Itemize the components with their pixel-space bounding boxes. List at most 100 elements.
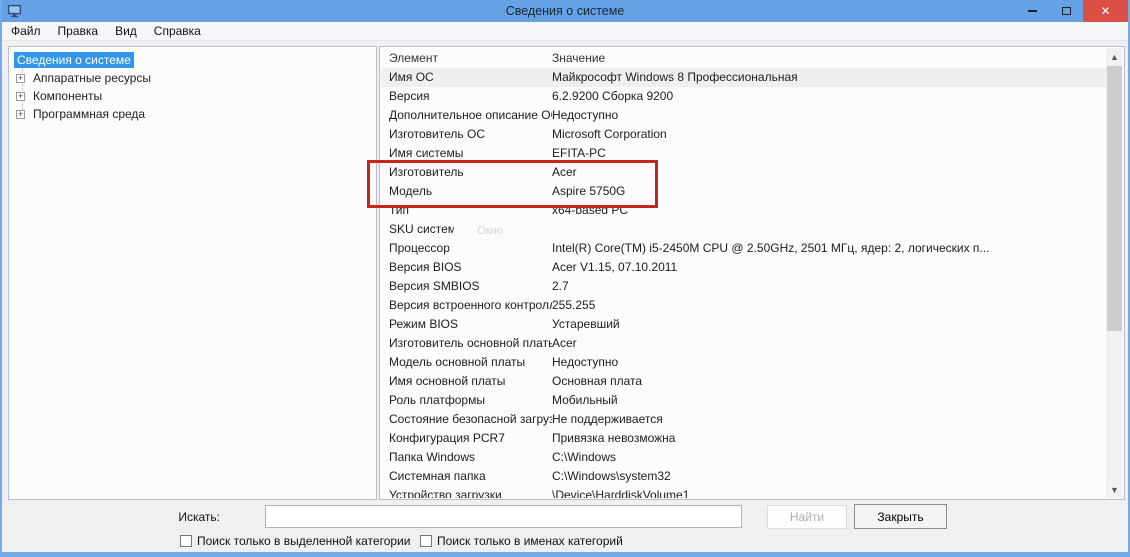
table-row[interactable]: Версия встроенного контролл... 255.255 <box>381 296 1106 315</box>
table-row[interactable]: Устройство загрузки \Device\HarddiskVolum… <box>381 486 1106 498</box>
search-input[interactable] <box>265 505 742 528</box>
title-bar: Сведения о системе ✕ <box>2 0 1128 22</box>
row-item-label: Версия BIOS <box>389 260 462 274</box>
sidebar-item-label: Программная среда <box>33 107 146 121</box>
row-item-value: 2.7 <box>552 279 569 293</box>
row-item-value: Acer <box>552 336 577 350</box>
table-row[interactable]: Роль платформы Мобильный <box>381 391 1106 410</box>
row-item-value: C:\Windows\system32 <box>552 469 671 483</box>
table-body: Имя ОС Майкрософт Windows 8 Профессиональ… <box>381 68 1106 498</box>
row-item-label: Имя основной платы <box>389 374 506 388</box>
row-item-value: 255.255 <box>552 298 596 312</box>
expand-plus-icon[interactable]: + <box>16 73 25 83</box>
row-item-label: Конфигурация PCR7 <box>389 431 505 445</box>
row-item-label: Режим BIOS <box>389 317 459 331</box>
close-dialog-button[interactable]: Закрыть <box>854 504 947 529</box>
table-row[interactable]: Версия 6.2.9200 Сборка 9200 <box>381 87 1106 106</box>
table-row[interactable]: Модель основной платы Недоступно <box>381 353 1106 372</box>
checkbox-row-names: Поиск только в именах категорий <box>420 534 623 548</box>
row-item-label: Дополнительное описание ОС <box>389 108 552 122</box>
row-item-value: Основная плата <box>552 374 643 388</box>
row-item-label: Имя ОС <box>389 70 434 84</box>
menu-item-1[interactable]: Правка <box>58 24 99 38</box>
row-item-label: Процессор <box>389 241 450 255</box>
row-item-value: \Device\HarddiskVolume1 <box>552 488 690 498</box>
row-item-label: Состояние безопасной загруз... <box>389 412 552 426</box>
table-header: Элемент Значение <box>381 48 1106 68</box>
table-row[interactable]: Конфигурация PCR7 Привязка невозможна <box>381 429 1106 448</box>
row-item-value: 6.2.9200 Сборка 9200 <box>552 89 674 103</box>
row-item-value: Intel(R) Core(TM) i5-2450M CPU @ 2.50GHz… <box>552 241 990 255</box>
menu-bar: Файл Правка Вид Справка <box>2 22 1128 41</box>
table-row[interactable]: Состояние безопасной загруз... Не поддерж… <box>381 410 1106 429</box>
table-row[interactable]: Дополнительное описание ОС Недоступно <box>381 106 1106 125</box>
names-checkbox[interactable] <box>420 535 432 547</box>
row-item-value: Недоступно <box>552 108 619 122</box>
row-item-value: Недоступно <box>552 355 619 369</box>
table-row[interactable]: Имя ОС Майкрософт Windows 8 Профессиональ… <box>381 68 1106 87</box>
sidebar-item-1[interactable]: + Аппаратные ресурсы <box>12 69 376 87</box>
row-item-label: Устройство загрузки <box>389 488 502 498</box>
row-item-label: Изготовитель основной платы <box>389 336 552 350</box>
table-row[interactable]: Папка Windows C:\Windows <box>381 448 1106 467</box>
sidebar-item-label: Аппаратные ресурсы <box>33 71 152 85</box>
names-checkbox-label: Поиск только в именах категорий <box>437 534 623 548</box>
column-header-value[interactable]: Значение <box>552 48 1106 68</box>
sidebar-item-3[interactable]: + Программная среда <box>12 105 376 123</box>
row-item-value: Не поддерживается <box>552 412 663 426</box>
menu-item-0[interactable]: Файл <box>11 24 41 38</box>
row-item-value: Привязка невозможна <box>552 431 676 445</box>
row-item-label: Версия встроенного контролл... <box>389 298 552 312</box>
expand-plus-icon[interactable]: + <box>16 91 25 101</box>
sidebar-item-label: Компоненты <box>33 89 103 103</box>
scroll-up-icon[interactable]: ▲ <box>1106 48 1123 65</box>
search-label: Искать: <box>178 510 220 524</box>
row-item-label: Версия SMBIOS <box>389 279 480 293</box>
row-item-label: Модель основной платы <box>389 355 526 369</box>
row-item-value: Acer V1.15, 07.10.2011 <box>552 260 678 274</box>
row-item-label: Изготовитель ОС <box>389 127 485 141</box>
find-button[interactable]: Найти <box>767 505 847 529</box>
details-panel: Элемент Значение Имя ОС Майкрософт Window… <box>379 46 1125 500</box>
row-item-value: C:\Windows <box>552 450 617 464</box>
checkbox-row-category: Поиск только в выделенной категории <box>180 534 410 548</box>
category-checkbox-label: Поиск только в выделенной категории <box>197 534 411 548</box>
menu-item-3[interactable]: Справка <box>154 24 201 38</box>
column-header-element[interactable]: Элемент <box>389 48 552 68</box>
details-table: Элемент Значение Имя ОС Майкрософт Window… <box>381 48 1106 498</box>
minimize-button[interactable] <box>1015 0 1049 22</box>
row-item-label: Роль платформы <box>389 393 485 407</box>
scroll-down-icon[interactable]: ▼ <box>1106 481 1123 498</box>
row-item-value: Майкрософт Windows 8 Профессиональная <box>552 70 798 84</box>
ghost-tooltip: Окно <box>454 222 526 241</box>
category-checkbox[interactable] <box>180 535 192 547</box>
table-row[interactable]: Версия BIOS Acer V1.15, 07.10.2011 <box>381 258 1106 277</box>
expand-plus-icon[interactable]: + <box>16 109 25 119</box>
row-item-label: Папка Windows <box>389 450 475 464</box>
table-row[interactable]: Имя основной платы Основная плата <box>381 372 1106 391</box>
row-item-value <box>552 220 1106 239</box>
maximize-button[interactable] <box>1049 0 1083 22</box>
row-item-value: Устаревший <box>552 317 620 331</box>
vertical-scrollbar[interactable]: ▲ ▼ <box>1106 48 1123 498</box>
table-row[interactable]: Режим BIOS Устаревший <box>381 315 1106 334</box>
row-item-value: Мобильный <box>552 393 618 407</box>
row-item-label: Системная папка <box>389 469 486 483</box>
system-info-window: Сведения о системе ✕ Файл Правка Вид Справк… <box>0 0 1130 557</box>
annotation-highlight-box <box>367 160 658 208</box>
sidebar-tree: Сведения о системе + Аппаратные ресурсы + Ко… <box>9 47 376 123</box>
table-row[interactable]: Изготовитель ОС Microsoft Corporation <box>381 125 1106 144</box>
table-row[interactable]: Процессор Intel(R) Core(TM) i5-2450M CPU … <box>381 239 1106 258</box>
category-tree-panel: Сведения о системе + Аппаратные ресурсы + Ко… <box>8 46 377 500</box>
sidebar-item-label: Сведения о системе <box>14 52 134 68</box>
table-row[interactable]: Системная папка C:\Windows\system32 <box>381 467 1106 486</box>
row-item-label: Версия <box>389 89 430 103</box>
table-row[interactable]: Версия SMBIOS 2.7 <box>381 277 1106 296</box>
close-button[interactable]: ✕ <box>1083 0 1128 22</box>
window-title: Сведения о системе <box>505 4 625 18</box>
menu-item-2[interactable]: Вид <box>115 24 137 38</box>
sidebar-item-0[interactable]: Сведения о системе <box>12 51 376 69</box>
scrollbar-thumb[interactable] <box>1107 66 1122 331</box>
sidebar-item-2[interactable]: + Компоненты <box>12 87 376 105</box>
table-row[interactable]: Изготовитель основной платы Acer <box>381 334 1106 353</box>
